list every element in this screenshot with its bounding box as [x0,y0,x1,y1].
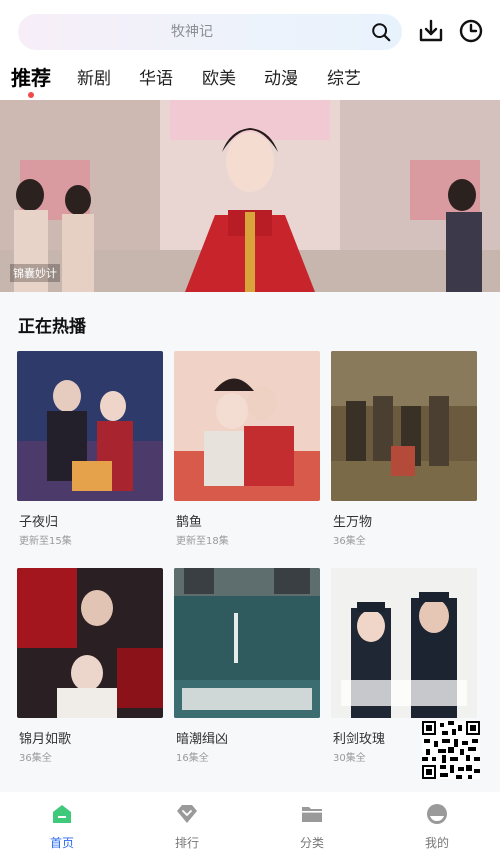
poster-image [331,568,477,718]
card-title: 利剑玫瑰 [333,732,386,747]
qr-code-icon [422,721,480,779]
folder-icon [302,807,322,822]
search-icon[interactable] [370,21,392,43]
clock-icon[interactable] [458,18,484,44]
card-title: 子夜归 [19,515,59,530]
poster-image [174,351,320,501]
card-title: 暗潮缉凶 [176,732,229,747]
poster-image [17,351,163,501]
section-title: 正在热播 [18,317,86,337]
tab-new[interactable]: 新剧 [77,64,111,89]
tab-variety[interactable]: 综艺 [327,64,361,89]
card-episode-status: 36集全 [19,753,52,764]
nav-ranking[interactable]: 排行 [147,792,227,856]
hero-banner[interactable]: 锦囊妙计 [0,100,500,292]
nav-home[interactable]: 首页 [22,792,102,856]
poster-image [331,351,477,501]
card-episode-status: 更新至15集 [19,536,72,547]
card-episode-status: 更新至18集 [176,536,229,547]
card-title: 锦月如歌 [19,732,72,747]
banner-image [0,100,500,292]
banner-caption: 锦囊妙计 [10,264,60,282]
card-title: 生万物 [333,515,373,530]
tab-recommend[interactable]: 推荐 [11,62,51,91]
card-episode-status: 30集全 [333,753,366,764]
nav-category-label: 分类 [299,836,324,850]
search-input[interactable]: 牧神记 [18,14,366,50]
category-tabs: 推荐 新剧 华语 欧美 动漫 综艺 [0,58,500,100]
nav-home-label: 首页 [49,836,74,850]
poster-image [17,568,163,718]
card-title: 鹊鱼 [176,515,203,530]
nav-profile-label: 我的 [424,836,449,850]
diamond-icon [177,805,197,823]
card-episode-status: 16集全 [176,753,209,764]
tab-western[interactable]: 欧美 [202,64,236,89]
download-icon[interactable] [418,18,444,44]
nav-category[interactable]: 分类 [272,792,352,856]
home-icon [53,805,71,823]
top-bar: 牧神记 [0,0,500,58]
card-episode-status: 36集全 [333,536,366,547]
poster-image [174,568,320,718]
tab-chinese[interactable]: 华语 [139,64,173,89]
nav-profile[interactable]: 我的 [397,792,477,856]
bottom-navigation: 首页 排行 分类 我的 [0,792,500,856]
active-tab-indicator [28,92,34,98]
nav-ranking-label: 排行 [174,836,199,850]
tab-anime[interactable]: 动漫 [264,64,298,89]
search-bar[interactable]: 牧神记 [18,14,402,50]
profile-icon [427,804,447,824]
